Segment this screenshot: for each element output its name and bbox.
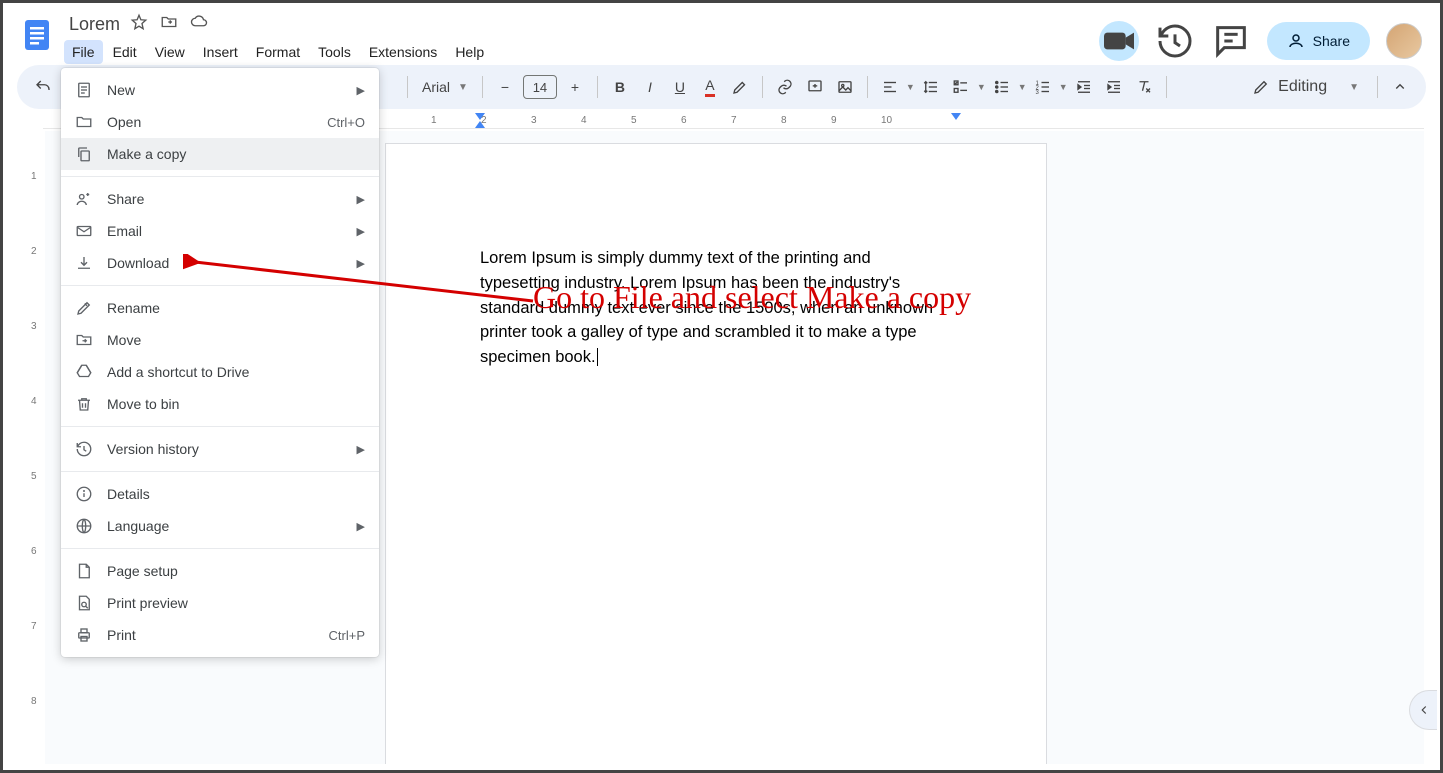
globe-icon — [75, 517, 93, 535]
decrease-indent-icon[interactable] — [1070, 72, 1098, 102]
menu-view[interactable]: View — [147, 40, 193, 64]
increase-font-icon[interactable]: + — [561, 72, 589, 102]
trash-icon — [75, 395, 93, 413]
share-button[interactable]: Share — [1267, 22, 1370, 60]
drive-shortcut-icon — [75, 363, 93, 381]
preview-icon — [75, 594, 93, 612]
menu-insert[interactable]: Insert — [195, 40, 246, 64]
line-spacing-icon[interactable] — [917, 72, 945, 102]
download-icon — [75, 254, 93, 272]
svg-text:3: 3 — [1035, 90, 1039, 96]
menu-item-email[interactable]: Email▶ — [61, 215, 379, 247]
align-icon[interactable] — [876, 72, 904, 102]
menu-item-move-to-bin[interactable]: Move to bin — [61, 388, 379, 420]
menu-item-print[interactable]: PrintCtrl+P — [61, 619, 379, 651]
menu-item-move[interactable]: Move — [61, 324, 379, 356]
editing-mode-button[interactable]: Editing ▼ — [1242, 78, 1369, 96]
share-icon — [75, 190, 93, 208]
font-size-input[interactable]: 14 — [523, 75, 557, 99]
document-icon — [75, 81, 93, 99]
folder-icon — [75, 113, 93, 131]
menu-item-share[interactable]: Share▶ — [61, 183, 379, 215]
share-label: Share — [1313, 33, 1350, 49]
menu-format[interactable]: Format — [248, 40, 308, 64]
bold-icon[interactable]: B — [606, 72, 634, 102]
email-icon — [75, 222, 93, 240]
insert-image-icon[interactable] — [831, 72, 859, 102]
meet-icon[interactable] — [1099, 21, 1139, 61]
rename-icon — [75, 299, 93, 317]
add-comment-icon[interactable] — [801, 72, 829, 102]
comments-icon[interactable] — [1211, 21, 1251, 61]
highlight-icon[interactable] — [726, 72, 754, 102]
submenu-arrow-icon: ▶ — [357, 84, 365, 97]
italic-icon[interactable]: I — [636, 72, 664, 102]
star-icon[interactable] — [130, 13, 148, 36]
menu-item-page-setup[interactable]: Page setup — [61, 555, 379, 587]
menu-item-add-shortcut[interactable]: Add a shortcut to Drive — [61, 356, 379, 388]
menu-item-language[interactable]: Language▶ — [61, 510, 379, 542]
page-icon — [75, 562, 93, 580]
header: Lorem File Edit View Insert Format Tools… — [3, 3, 1440, 65]
menu-item-download[interactable]: Download▶ — [61, 247, 379, 279]
info-icon — [75, 485, 93, 503]
menu-bar: File Edit View Insert Format Tools Exten… — [63, 36, 1099, 64]
checklist-icon[interactable] — [947, 72, 975, 102]
document-title[interactable]: Lorem — [69, 14, 120, 35]
menu-item-open[interactable]: OpenCtrl+O — [61, 106, 379, 138]
insert-link-icon[interactable] — [771, 72, 799, 102]
menu-item-details[interactable]: Details — [61, 478, 379, 510]
menu-item-print-preview[interactable]: Print preview — [61, 587, 379, 619]
history-icon — [75, 440, 93, 458]
docs-logo-icon[interactable] — [17, 15, 57, 55]
bulleted-list-icon[interactable] — [988, 72, 1016, 102]
history-icon[interactable] — [1155, 21, 1195, 61]
menu-item-new[interactable]: New▶ — [61, 74, 379, 106]
menu-tools[interactable]: Tools — [310, 40, 359, 64]
menu-item-rename[interactable]: Rename — [61, 292, 379, 324]
move-icon — [75, 331, 93, 349]
menu-help[interactable]: Help — [447, 40, 492, 64]
collapse-toolbar-icon[interactable] — [1386, 72, 1414, 102]
file-menu-dropdown: New▶ OpenCtrl+O Make a copy Share▶ Email… — [61, 68, 379, 657]
cloud-status-icon[interactable] — [190, 13, 208, 36]
numbered-list-icon[interactable]: 123 — [1029, 72, 1057, 102]
font-family-select[interactable]: Arial — [416, 72, 456, 102]
avatar[interactable] — [1386, 23, 1422, 59]
menu-edit[interactable]: Edit — [105, 40, 145, 64]
document-body[interactable]: Lorem Ipsum is simply dummy text of the … — [480, 246, 950, 370]
text-color-icon[interactable]: A — [696, 72, 724, 102]
vertical-ruler[interactable]: 12345678 — [29, 131, 45, 764]
menu-extensions[interactable]: Extensions — [361, 40, 445, 64]
decrease-font-icon[interactable]: − — [491, 72, 519, 102]
dropdown-arrow-icon[interactable]: ▼ — [458, 82, 468, 93]
menu-item-make-a-copy[interactable]: Make a copy — [61, 138, 379, 170]
increase-indent-icon[interactable] — [1100, 72, 1128, 102]
underline-icon[interactable]: U — [666, 72, 694, 102]
move-folder-icon[interactable] — [160, 13, 178, 36]
undo-icon[interactable] — [29, 72, 57, 102]
menu-file[interactable]: File — [64, 40, 103, 64]
clear-formatting-icon[interactable] — [1130, 72, 1158, 102]
menu-item-version-history[interactable]: Version history▶ — [61, 433, 379, 465]
page[interactable]: Lorem Ipsum is simply dummy text of the … — [385, 143, 1047, 764]
text-cursor — [597, 348, 598, 366]
print-icon — [75, 626, 93, 644]
copy-icon — [75, 145, 93, 163]
